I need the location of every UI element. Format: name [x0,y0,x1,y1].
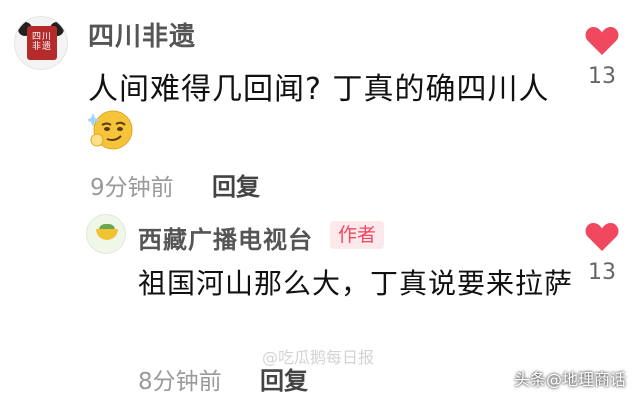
reply-button[interactable]: 回复 [212,167,260,202]
avatar[interactable]: 四川 非遗 [14,16,68,70]
footer-watermark: 头条@地理商话 [513,370,626,389]
like-button[interactable]: 13 [582,222,622,285]
reply-text: 祖国河山那么大，丁真说要来拉萨 [138,267,574,300]
timestamp: 8分钟前 [138,369,222,395]
comment-text: 人间难得几回闻? 丁真的确四川人 [88,72,550,107]
heart-icon [585,27,619,55]
smirk-emoji-icon [88,110,133,150]
like-count: 13 [588,260,616,285]
avatar[interactable] [86,214,126,254]
heart-icon [585,223,619,251]
avatar-logo: 四川 非遗 [27,26,57,60]
like-button[interactable]: 13 [582,26,622,89]
timestamp: 9分钟前 [90,175,174,201]
reply-button[interactable]: 回复 [260,361,308,396]
logo-icon [96,229,118,240]
like-count: 13 [588,64,616,89]
username[interactable]: 四川非遗 [88,16,196,53]
username[interactable]: 西藏广播电视台 [138,220,313,255]
author-badge: 作者 [330,221,384,249]
